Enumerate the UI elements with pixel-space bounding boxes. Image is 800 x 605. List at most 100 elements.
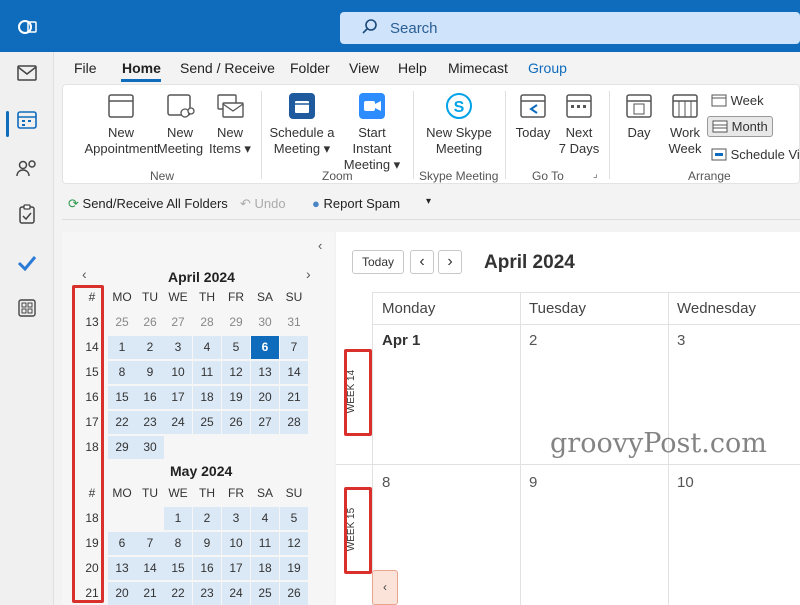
date-cell-apr-2[interactable]: 2 — [529, 332, 537, 349]
mini-calendar-day[interactable]: 2 — [136, 336, 164, 359]
apps-grid-icon[interactable] — [14, 298, 40, 324]
day-view-button[interactable]: Day — [617, 91, 661, 141]
mini-calendar-day[interactable]: 5 — [222, 336, 250, 359]
date-cell-apr-9[interactable]: 9 — [529, 474, 537, 491]
mini-calendar-day[interactable]: 22 — [164, 582, 192, 605]
mini-calendar-day[interactable]: 24 — [164, 411, 192, 434]
mini-calendar-day[interactable]: 15 — [108, 386, 136, 409]
mini-calendar-day[interactable]: 23 — [136, 411, 164, 434]
mini-calendar-day[interactable]: 21 — [136, 582, 164, 605]
dialog-launcher-icon[interactable]: ⌟ — [593, 169, 598, 180]
mini-calendar-day[interactable]: 6 — [108, 532, 136, 555]
todo-check-icon[interactable] — [14, 252, 40, 278]
mini-calendar-day[interactable]: 30 — [136, 436, 164, 459]
mini-calendar-day[interactable]: 31 — [280, 311, 308, 334]
mini-calendar-day[interactable]: 6 — [251, 336, 279, 359]
date-cell-apr-1[interactable]: Apr 1 — [382, 332, 420, 349]
mini-calendar-day[interactable]: 25 — [108, 311, 136, 334]
mini-calendar-day[interactable]: 14 — [280, 361, 308, 384]
mini-calendar-day[interactable]: 21 — [280, 386, 308, 409]
customize-toolbar-icon[interactable]: ▾ — [426, 196, 431, 207]
mini-calendar-day[interactable]: 17 — [222, 557, 250, 580]
schedule-meeting-button[interactable]: Schedule a Meeting ▾ — [269, 91, 335, 157]
mini-calendar-day[interactable]: 23 — [193, 582, 221, 605]
start-instant-meeting-button[interactable]: Start Instant Meeting ▾ — [339, 91, 405, 173]
mini-calendar-day[interactable]: 10 — [222, 532, 250, 555]
report-spam-button[interactable]: ● Report Spam — [312, 196, 400, 211]
mini-calendar-day[interactable]: 19 — [280, 557, 308, 580]
calendar-next-button[interactable]: › — [438, 250, 462, 274]
mini-calendar-day[interactable]: 22 — [108, 411, 136, 434]
calendar-icon[interactable] — [14, 110, 40, 136]
calendar-prev-button[interactable]: ‹ — [410, 250, 434, 274]
date-cell-apr-10[interactable]: 10 — [677, 474, 694, 491]
menu-home[interactable]: Home — [122, 60, 161, 76]
search-box[interactable]: Search — [340, 12, 800, 44]
mini-calendar-day[interactable]: 14 — [136, 557, 164, 580]
menu-group[interactable]: Group — [528, 60, 567, 76]
collapse-pane-icon[interactable]: ‹ — [318, 238, 322, 253]
send-receive-all-button[interactable]: ⟳ Send/Receive All Folders — [68, 196, 228, 212]
next-7-days-button[interactable]: Next 7 Days — [557, 91, 601, 157]
mini-calendar-day[interactable]: 26 — [222, 411, 250, 434]
mini-calendar-day[interactable]: 4 — [251, 507, 279, 530]
menu-mimecast[interactable]: Mimecast — [448, 60, 508, 76]
work-week-button[interactable]: Work Week — [663, 91, 707, 157]
mini-calendar-day[interactable]: 16 — [136, 386, 164, 409]
undo-button[interactable]: ↶ Undo — [240, 196, 286, 212]
date-cell-apr-8[interactable]: 8 — [382, 474, 390, 491]
mini-calendar-day[interactable]: 1 — [164, 507, 192, 530]
new-skype-meeting-button[interactable]: S New Skype Meeting — [421, 91, 497, 157]
mini-calendar-day[interactable]: 8 — [108, 361, 136, 384]
mini-calendar-day[interactable]: 1 — [108, 336, 136, 359]
mini-calendar-day[interactable]: 9 — [136, 361, 164, 384]
mini-calendar-day[interactable]: 28 — [280, 411, 308, 434]
mini-calendar-day[interactable]: 5 — [280, 507, 308, 530]
mini-calendar-day[interactable]: 19 — [222, 386, 250, 409]
collapse-tab-button[interactable]: ‹ — [372, 570, 398, 605]
mini-calendar-day[interactable]: 10 — [164, 361, 192, 384]
menu-file[interactable]: File — [74, 60, 97, 76]
mini-calendar-day[interactable]: 26 — [136, 311, 164, 334]
mini-calendar-day[interactable]: 29 — [108, 436, 136, 459]
mini-calendar-day[interactable]: 18 — [251, 557, 279, 580]
mini-calendar-day[interactable]: 17 — [164, 386, 192, 409]
mini-calendar-day[interactable]: 27 — [164, 311, 192, 334]
mini-calendar-day[interactable]: 13 — [251, 361, 279, 384]
mini-calendar-day[interactable]: 12 — [280, 532, 308, 555]
mini-calendar-day[interactable]: 20 — [251, 386, 279, 409]
mini-calendar-day[interactable]: 3 — [222, 507, 250, 530]
month-view-button[interactable]: Month — [707, 116, 773, 137]
mini-calendar-day[interactable]: 24 — [222, 582, 250, 605]
mini-calendar-day[interactable]: 8 — [164, 532, 192, 555]
menu-send-receive[interactable]: Send / Receive — [180, 60, 275, 76]
mini-calendar-day[interactable]: 12 — [222, 361, 250, 384]
mini-calendar-day[interactable]: 30 — [251, 311, 279, 334]
menu-folder[interactable]: Folder — [290, 60, 330, 76]
mini-calendar-day[interactable]: 7 — [136, 532, 164, 555]
mini-calendar-day[interactable]: 11 — [251, 532, 279, 555]
people-icon[interactable] — [14, 158, 40, 184]
new-items-button[interactable]: New Items ▾ — [205, 91, 255, 157]
menu-view[interactable]: View — [349, 60, 379, 76]
mini-calendar-day[interactable]: 29 — [222, 311, 250, 334]
mini-calendar-day[interactable]: 20 — [108, 582, 136, 605]
mini-calendar-day[interactable]: 7 — [280, 336, 308, 359]
mini-calendar-day[interactable]: 4 — [193, 336, 221, 359]
mini-calendar-day[interactable]: 25 — [193, 411, 221, 434]
mini-calendar-day[interactable]: 26 — [280, 582, 308, 605]
date-cell-apr-3[interactable]: 3 — [677, 332, 685, 349]
mini-calendar-day[interactable]: 28 — [193, 311, 221, 334]
mini-calendar-day[interactable]: 27 — [251, 411, 279, 434]
mini-calendar-day[interactable]: 9 — [193, 532, 221, 555]
mini-calendar-day[interactable]: 2 — [193, 507, 221, 530]
mini-calendar-day[interactable]: 11 — [193, 361, 221, 384]
mini-calendar-day[interactable]: 15 — [164, 557, 192, 580]
schedule-view-button[interactable]: Schedule Vie — [711, 147, 800, 162]
calendar-today-button[interactable]: Today — [352, 250, 404, 274]
week-view-button[interactable]: Week — [711, 93, 764, 108]
menu-help[interactable]: Help — [398, 60, 427, 76]
mini-calendar-day[interactable]: 18 — [193, 386, 221, 409]
new-meeting-button[interactable]: New Meeting — [153, 91, 207, 157]
mini-calendar-day[interactable]: 25 — [251, 582, 279, 605]
